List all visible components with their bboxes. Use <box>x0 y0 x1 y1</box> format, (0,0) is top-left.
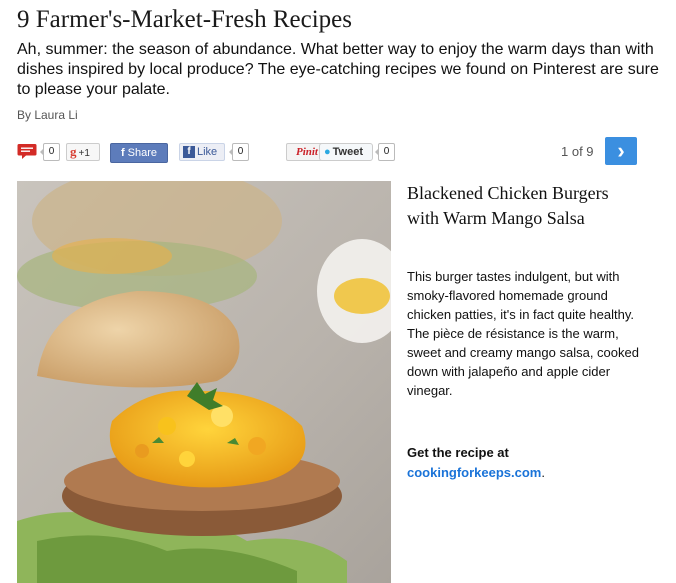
recipe-cta: Get the recipe at cookingforkeeps.com. <box>407 443 647 483</box>
recipe-description: This burger tastes indulgent, but with s… <box>407 269 639 398</box>
recipe-title: Blackened Chicken Burgers with Warm Mang… <box>407 183 609 228</box>
recipe-link[interactable]: cookingforkeeps.com <box>407 465 541 480</box>
comment-count: 0 <box>40 143 60 161</box>
page-title: 9 Farmer's-Market-Fresh Recipes <box>17 6 352 33</box>
byline: By Laura Li <box>17 108 78 122</box>
facebook-like-button[interactable]: f Like <box>179 143 225 161</box>
facebook-like-count: 0 <box>229 143 249 161</box>
recipe-cta-suffix: . <box>541 465 545 480</box>
chevron-right-icon: › <box>617 138 625 163</box>
facebook-share-button[interactable]: f Share <box>110 143 168 163</box>
google-plus-icon: g <box>70 144 77 159</box>
next-slide-button[interactable]: › <box>605 137 637 165</box>
google-plus-label: +1 <box>78 148 90 159</box>
recipe-cta-prefix: Get the recipe at <box>407 445 509 460</box>
tweet-count: 0 <box>375 143 395 161</box>
tweet-button[interactable]: ● Tweet <box>319 143 373 161</box>
facebook-share-label: Share <box>127 147 158 159</box>
share-bar: 0 g +1 f Share f Like 0 Pinit ● Tweet 0 1 of… <box>17 137 657 165</box>
facebook-like-label: Like <box>197 146 218 158</box>
slide-pager: 1 of 9 <box>561 144 594 159</box>
comment-icon[interactable] <box>17 143 37 160</box>
recipe-photo <box>17 181 391 583</box>
tweet-label: Tweet <box>332 146 364 158</box>
google-plus-button[interactable]: g +1 <box>66 143 100 161</box>
twitter-bird-icon: ● <box>324 146 331 158</box>
facebook-icon: f <box>120 147 125 159</box>
article-intro: Ah, summer: the season of abundance. Wha… <box>17 41 659 98</box>
facebook-like-icon: f <box>183 146 195 158</box>
